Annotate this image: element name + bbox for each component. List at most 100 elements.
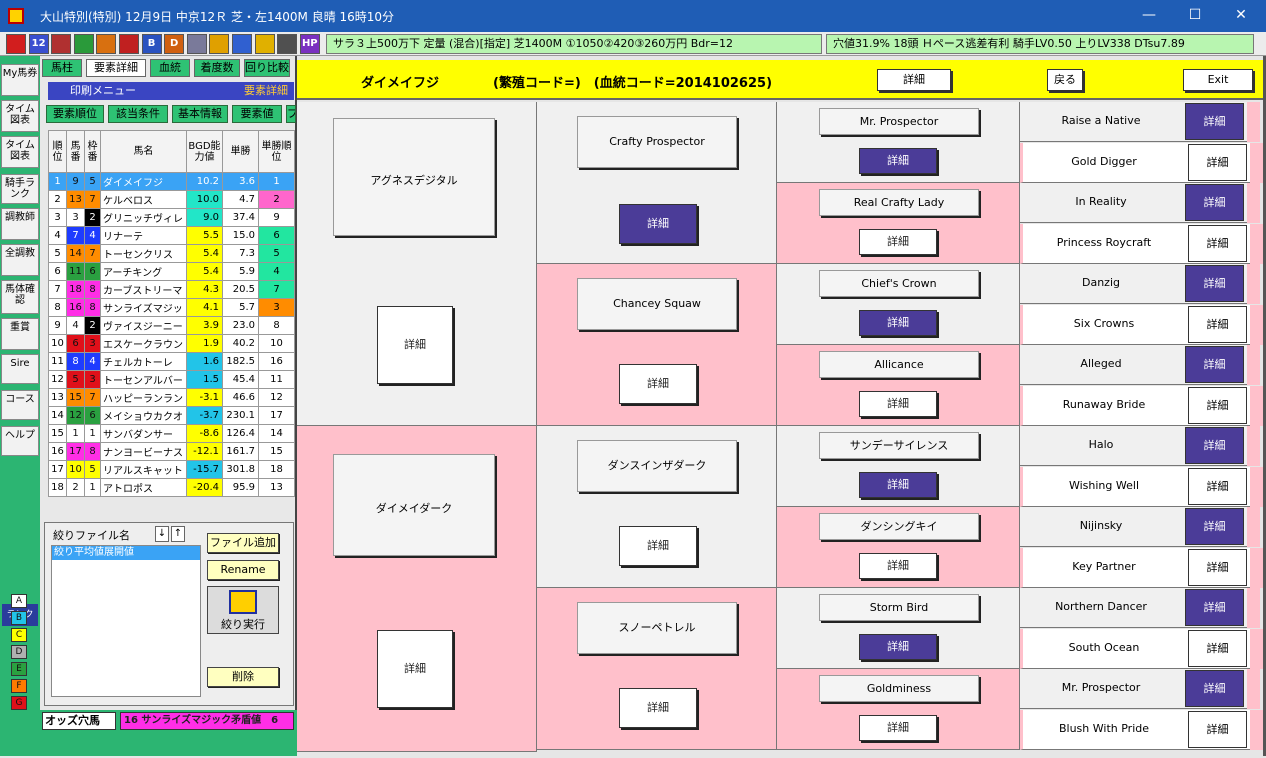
table-row[interactable]: 7 18 8 カーブストリーマ 4.3 20.5 7 [48,280,295,299]
exit-button[interactable]: Exit [1183,69,1253,91]
detail-button[interactable]: 詳細 [859,148,937,174]
detail-button[interactable]: 詳細 [1188,305,1247,343]
rank-a-button[interactable]: A [11,594,27,608]
detail-button[interactable]: 詳細 [1188,467,1247,505]
filter-tab[interactable]: 該当条件 [108,105,168,123]
rank-d-button[interactable]: D [11,645,27,659]
detail-button[interactable]: 詳細 [1188,143,1247,181]
filter-tab[interactable]: プ [286,105,296,123]
horse-icon[interactable] [96,34,117,54]
ancestor-name[interactable]: Princess Roycraft [1023,224,1185,264]
detail-button[interactable]: 詳細 [1185,589,1244,626]
detail-button[interactable]: 詳細 [377,306,453,384]
ancestor-name-button[interactable]: サンデーサイレンス [819,432,979,459]
ancestor-name[interactable]: Danzig [1020,264,1182,304]
detail-button[interactable]: 詳細 [1188,629,1247,667]
ancestor-name-button[interactable]: ダンシングキイ [819,513,979,540]
detail-button[interactable]: 詳細 [619,526,697,566]
table-row[interactable]: 5 14 7 トーセンクリス 5.4 7.3 5 [48,244,295,263]
table-row[interactable]: 9 4 2 ヴァイスジーニー 3.9 23.0 8 [48,316,295,335]
detail-button[interactable]: 詳細 [619,204,697,244]
detail-button[interactable]: 詳細 [859,229,937,255]
b-icon[interactable]: B [141,34,162,54]
print-menu[interactable]: 印刷メニュー 要素詳細 [48,82,294,100]
wand-icon[interactable] [232,34,252,54]
header-detail-button[interactable]: 詳細 [877,69,951,91]
ancestor-name[interactable]: In Reality [1020,183,1182,223]
table-row[interactable]: 12 5 3 トーセンアルバー 1.5 45.4 11 [48,370,295,389]
ancestor-name[interactable]: South Ocean [1023,629,1185,669]
nav-item[interactable]: タイム図表 [1,136,39,168]
detail-button[interactable]: 詳細 [1188,224,1247,262]
rank-c-button[interactable]: C [11,628,27,642]
nav-item[interactable]: 騎手ランク [1,174,39,204]
nav-item[interactable]: My馬券 [1,64,39,96]
ancestor-name-button[interactable]: Goldminess [819,675,979,702]
filter-file-item[interactable]: 絞り平均値展開値 [52,546,200,560]
filter-tab[interactable]: 要素値 [232,105,282,123]
list-tab[interactable]: 血統 [150,59,190,77]
nav-item[interactable]: 調教師 [1,208,39,240]
target-icon[interactable] [119,34,139,54]
pen-icon[interactable] [73,34,94,54]
nav-item[interactable]: タイム図表 [1,100,39,132]
ancestor-name-button[interactable]: Mr. Prospector [819,108,979,135]
table-row[interactable]: 6 11 6 アーチキング 5.4 5.9 4 [48,262,295,281]
ancestor-name[interactable]: Wishing Well [1023,467,1185,507]
table-row[interactable]: 15 1 1 サンバダンサー -8.6 126.4 14 [48,424,295,443]
detail-button[interactable]: 詳細 [1188,710,1247,748]
rank-e-button[interactable]: E [11,662,27,676]
ancestor-name[interactable]: Nijinsky [1020,507,1182,547]
add-file-button[interactable]: ファイル追加 [207,533,279,553]
race-card-icon[interactable]: 12 [28,34,49,54]
search-icon[interactable] [186,34,207,54]
ancestor-name[interactable]: Runaway Bride [1023,386,1185,426]
list-tab[interactable]: 要素詳細 [86,59,146,77]
ancestor-name[interactable]: Mr. Prospector [1020,669,1182,709]
ancestor-name-button[interactable]: ダンスインザダーク [577,440,737,492]
ancestor-name[interactable]: Raise a Native [1020,102,1182,142]
detail-button[interactable]: 詳細 [859,391,937,417]
ancestor-name[interactable]: Alleged [1020,345,1182,385]
table-row[interactable]: 11 8 4 チェルカトーレ 1.6 182.5 16 [48,352,295,371]
ancestor-name-button[interactable]: スノーペトレル [577,602,737,654]
minimize-button[interactable]: — [1126,0,1172,32]
rank-b-button[interactable]: B [11,611,27,625]
table-row[interactable]: 16 17 8 ナンヨービーナス -12.1 161.7 15 [48,442,295,461]
ancestor-name-button[interactable]: Storm Bird [819,594,979,621]
ancestor-name[interactable]: Blush With Pride [1023,710,1185,750]
detail-button[interactable]: 詳細 [859,634,937,660]
d-icon[interactable]: D [164,34,185,54]
close-button[interactable]: ✕ [1218,0,1264,32]
table-row[interactable]: 18 2 1 アトロポス -20.4 95.9 13 [48,478,295,497]
detail-button[interactable]: 詳細 [377,630,453,708]
detail-button[interactable]: 詳細 [859,472,937,498]
ancestor-name-button[interactable]: ダイメイダーク [333,454,495,556]
nav-item[interactable]: 重賞 [1,318,39,350]
ancestor-name-button[interactable]: Crafty Prospector [577,116,737,168]
detail-button[interactable]: 詳細 [859,553,937,579]
nav-item[interactable]: ヘルプ [1,426,39,456]
nav-item[interactable]: コース [1,390,39,420]
rank-f-button[interactable]: F [11,679,27,693]
nav-item[interactable]: 全調教 [1,244,39,276]
dog-icon[interactable] [254,34,275,54]
table-row[interactable]: 17 10 5 リアルスキャット -15.7 301.8 18 [48,460,295,479]
detail-button[interactable]: 詳細 [1185,103,1244,140]
list-tab[interactable]: 回り比較 [244,59,290,77]
sort-up-button[interactable]: ↑ [171,526,185,542]
ancestor-name-button[interactable]: アグネスデジタル [333,118,495,236]
table-row[interactable]: 1 9 5 ダイメイフジ 10.2 3.6 1 [48,172,295,191]
table-row[interactable]: 4 7 4 リナーテ 5.5 15.0 6 [48,226,295,245]
table-row[interactable]: 2 13 7 ケルベロス 10.0 4.7 2 [48,190,295,209]
detail-button[interactable]: 詳細 [1188,548,1247,586]
ancestor-name[interactable]: Gold Digger [1023,143,1185,183]
ancestor-name-button[interactable]: Chancey Squaw [577,278,737,330]
ancestor-name[interactable]: Six Crowns [1023,305,1185,345]
list-tab[interactable]: 着度数 [194,59,240,77]
detail-button[interactable]: 詳細 [619,364,697,404]
ancestor-name[interactable]: Northern Dancer [1020,588,1182,628]
back-button[interactable]: 戻る [1047,69,1083,91]
detail-button[interactable]: 詳細 [1185,184,1244,221]
run-filter-button[interactable]: 絞り実行 [207,586,279,634]
